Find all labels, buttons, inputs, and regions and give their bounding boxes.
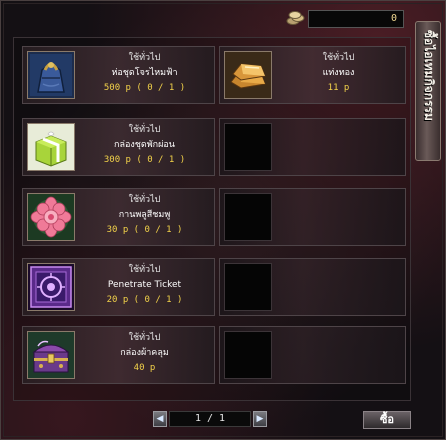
item-name: กล่องชุดพักผ่อน (114, 140, 175, 150)
item-slot[interactable]: ใช้ทั่วไป กานพลูสีชมพู 30 p ( 0 / 1 ) (22, 188, 215, 246)
prev-page-button[interactable]: ◀ (153, 411, 167, 427)
item-slot[interactable]: ใช้ทั่วไป ห่อชุดโจรไหมฟ้า 500 p ( 0 / 1 … (22, 46, 215, 104)
next-arrow-icon: ▶ (256, 414, 264, 424)
item-category: ใช้ทั่วไป (322, 53, 355, 63)
item-name: ห่อชุดโจรไหมฟ้า (111, 68, 178, 78)
empty-item-slot (219, 326, 406, 384)
empty-slot-frame (224, 123, 272, 171)
purple-ticket-icon (27, 263, 75, 311)
empty-slot-frame (224, 331, 272, 379)
item-category: ใช้ทั่วไป (128, 53, 161, 63)
item-category: ใช้ทั่วไป (128, 195, 161, 205)
empty-item-slot (219, 258, 406, 316)
blue-bundle-icon (27, 51, 75, 99)
pink-flower-icon (27, 193, 75, 241)
empty-item-slot (219, 188, 406, 246)
empty-slot-frame (224, 193, 272, 241)
next-page-button[interactable]: ▶ (253, 411, 267, 427)
side-tab-label: ซื้อไอเทมกิจกรรม (422, 30, 436, 121)
item-slot[interactable]: ใช้ทั่วไป กล่องชุดพักผ่อน 300 p ( 0 / 1 … (22, 118, 215, 176)
item-category: ใช้ทั่วไป (128, 125, 161, 135)
page-indicator: 1 / 1 (169, 411, 251, 427)
gold-bars-icon (224, 51, 272, 99)
event-item-shop-window: 0 ซื้อไอเทมกิจกรรม ใช้ทั่วไป ห่อชุดโจรไห… (0, 0, 446, 440)
item-category: ใช้ทั่วไป (128, 265, 161, 275)
item-price: 20 p ( 0 / 1 ) (106, 295, 183, 305)
item-price: 30 p ( 0 / 1 ) (106, 225, 183, 235)
item-price: 500 p ( 0 / 1 ) (103, 83, 186, 93)
gold-coins-icon (286, 11, 305, 25)
item-category: ใช้ทั่วไป (128, 333, 161, 343)
item-slot[interactable]: ใช้ทั่วไป กล่องผ้าคลุม 40 p (22, 326, 215, 384)
pagination: ◀ 1 / 1 ▶ (153, 411, 267, 429)
tab-event-item-purchase[interactable]: ซื้อไอเทมกิจกรรม (415, 21, 441, 161)
item-slot[interactable]: ใช้ทั่วไป Penetrate Ticket 20 p ( 0 / 1 … (22, 258, 215, 316)
item-slot[interactable]: ใช้ทั่วไป แท่งทอง 11 p (219, 46, 406, 104)
item-name: Penetrate Ticket (107, 280, 182, 290)
prev-arrow-icon: ◀ (156, 414, 164, 424)
item-name: กานพลูสีชมพู (118, 210, 171, 220)
item-price: 40 p (133, 363, 156, 373)
item-price: 300 p ( 0 / 1 ) (103, 155, 186, 165)
empty-slot-frame (224, 263, 272, 311)
item-name: แท่งทอง (322, 68, 355, 78)
treasure-chest-icon (27, 331, 75, 379)
empty-item-slot (219, 118, 406, 176)
item-name: กล่องผ้าคลุม (120, 348, 169, 358)
buy-button[interactable]: ซื้อ (363, 411, 411, 429)
gift-box-icon (27, 123, 75, 171)
item-list-panel: ใช้ทั่วไป ห่อชุดโจรไหมฟ้า 500 p ( 0 / 1 … (13, 37, 411, 401)
gold-amount-display: 0 (308, 10, 404, 28)
item-price: 11 p (327, 83, 350, 93)
